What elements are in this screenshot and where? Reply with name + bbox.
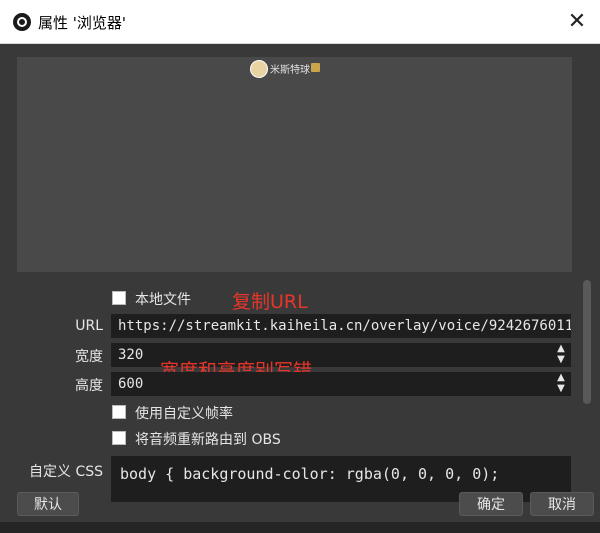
defaults-button[interactable]: 默认 xyxy=(17,492,79,516)
custom-fps-checkbox[interactable] xyxy=(112,405,126,419)
avatar xyxy=(250,60,268,78)
width-value: 320 xyxy=(118,347,144,363)
browser-preview: 米斯特球 xyxy=(17,57,572,272)
obs-logo-icon xyxy=(13,13,31,31)
custom-css-label: 自定义 CSS xyxy=(29,464,103,480)
ok-button[interactable]: 确定 xyxy=(459,492,523,516)
width-label: 宽度 xyxy=(75,349,103,365)
width-decrement-icon[interactable]: ▼ xyxy=(555,355,567,365)
height-label: 高度 xyxy=(75,378,103,394)
height-increment-icon[interactable]: ▲ xyxy=(555,373,567,383)
title-bar: 属性 '浏览器' ✕ xyxy=(0,0,600,44)
reroute-audio-checkbox[interactable] xyxy=(112,431,126,445)
vertical-scrollbar[interactable] xyxy=(583,280,591,404)
background-strip xyxy=(0,522,600,533)
properties-dialog: 米斯特球 本地文件 复制URL URL https://streamkit.ka… xyxy=(0,44,600,533)
reroute-audio-label: 将音频重新路由到 OBS xyxy=(135,432,281,448)
custom-fps-label: 使用自定义帧率 xyxy=(135,406,233,422)
window-title: 属性 '浏览器' xyxy=(38,14,127,32)
preview-streamer-name: 米斯特球 xyxy=(270,65,310,76)
local-file-label: 本地文件 xyxy=(135,292,191,308)
width-increment-icon[interactable]: ▲ xyxy=(555,344,567,354)
css-line: body { background-color: rgba(0, 0, 0, 0… xyxy=(120,465,500,483)
badge-icon xyxy=(311,63,320,72)
height-value: 600 xyxy=(118,376,144,392)
url-input[interactable]: https://streamkit.kaiheila.cn/overlay/vo… xyxy=(111,314,571,338)
annotation-copy-url: 复制URL xyxy=(232,291,308,313)
height-spinbox[interactable]: 600 ▲ ▼ xyxy=(111,372,571,396)
close-button[interactable]: ✕ xyxy=(564,9,590,35)
height-decrement-icon[interactable]: ▼ xyxy=(555,384,567,394)
url-label: URL xyxy=(75,318,103,334)
local-file-checkbox[interactable] xyxy=(112,291,126,305)
cancel-button[interactable]: 取消 xyxy=(530,492,594,516)
